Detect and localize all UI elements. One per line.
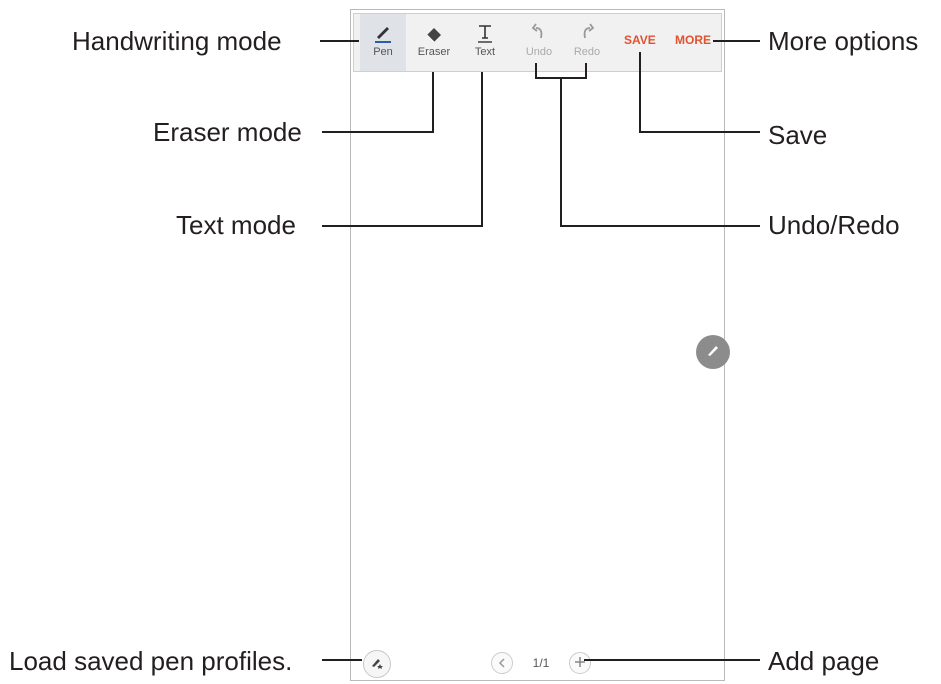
- leader-text: [322, 72, 483, 227]
- leader-undo-redo-bracket: [535, 63, 587, 79]
- leader-save: [639, 52, 760, 133]
- callout-lines: [320, 40, 760, 661]
- leader-eraser: [322, 72, 434, 133]
- leader-undo-redo: [560, 78, 760, 227]
